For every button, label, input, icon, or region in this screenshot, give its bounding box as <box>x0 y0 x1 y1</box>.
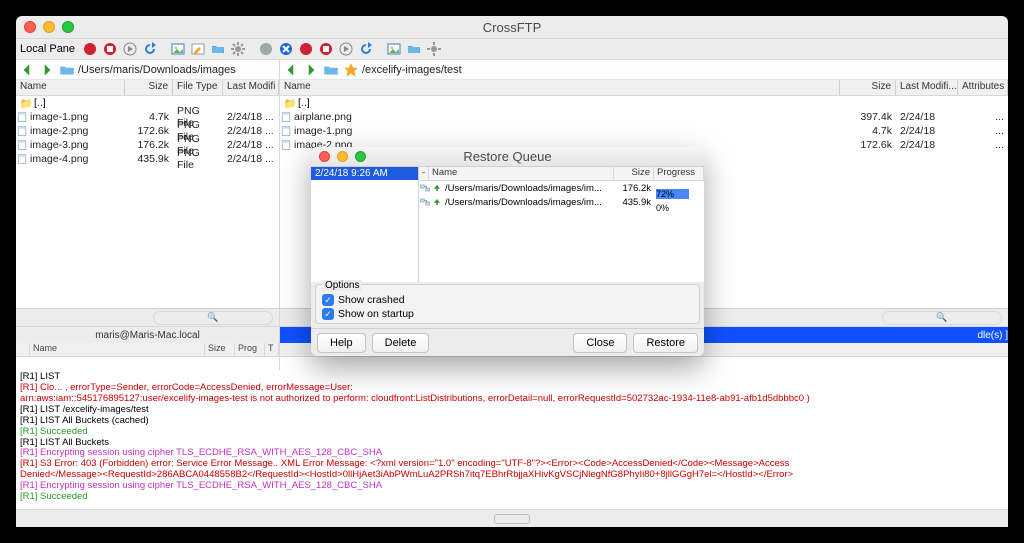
local-pane: /Users/maris/Downloads/images NameSizeFi… <box>16 60 280 308</box>
queue-columns[interactable]: -NameSizeProgress <box>419 167 704 181</box>
file-icon <box>16 111 28 123</box>
forward-icon[interactable] <box>38 61 56 79</box>
stop2-icon[interactable] <box>317 40 335 58</box>
file-row[interactable]: image-2.png172.6kPNG File2/24/18 ... <box>16 124 279 138</box>
file-row[interactable]: airplane.png397.4k2/24/18... <box>280 110 1008 124</box>
folder2-icon[interactable] <box>405 40 423 58</box>
forward2-icon[interactable] <box>302 61 320 79</box>
log-line: [R1] Succeeded <box>20 427 1004 438</box>
delete-button[interactable]: Delete <box>372 333 430 353</box>
record-icon[interactable] <box>81 40 99 58</box>
window-title: CrossFTP <box>16 20 1008 35</box>
show-startup-checkbox[interactable]: ✓ <box>322 308 334 320</box>
local-pathbar: /Users/maris/Downloads/images <box>16 60 279 80</box>
local-file-list[interactable]: 📁[..] image-1.png4.7kPNG File2/24/18 ...… <box>16 96 279 308</box>
options-title: Options <box>322 280 362 291</box>
log-line: [R1] LIST All Buckets (cached) <box>20 416 1004 427</box>
search-input-2[interactable]: 🔍 <box>882 311 1002 325</box>
file-icon <box>16 153 28 165</box>
queue-rows[interactable]: /Users/maris/Downloads/images/im...176.2… <box>419 181 704 282</box>
file-icon <box>280 125 292 137</box>
host-label: maris@Maris-Mac.local <box>16 327 279 343</box>
session-list[interactable]: 2/24/18 9:26 AM <box>311 167 419 282</box>
remote-pathbar: /excelify-images/test <box>280 60 1008 80</box>
queue-row[interactable]: /Users/maris/Downloads/images/im...176.2… <box>419 181 704 195</box>
gear-icon[interactable] <box>229 40 247 58</box>
stop-icon[interactable] <box>101 40 119 58</box>
show-startup-label: Show on startup <box>338 308 414 320</box>
log-line: arn:aws:iam::545176895127:user/excelify-… <box>20 394 1004 405</box>
dialog-title: Restore Queue <box>311 149 704 164</box>
play-icon[interactable] <box>121 40 139 58</box>
back-icon[interactable] <box>18 61 36 79</box>
record3-icon[interactable] <box>297 40 315 58</box>
log-line: [R1] Succeeded <box>20 492 1004 503</box>
bottom-bar <box>16 509 1008 527</box>
cancel-icon[interactable] <box>277 40 295 58</box>
folder2b-icon[interactable] <box>322 61 340 79</box>
upload-icon <box>431 196 443 208</box>
log-line: [R1] LIST /excelify-images/test <box>20 405 1004 416</box>
close-button[interactable]: Close <box>573 333 627 353</box>
image-icon[interactable] <box>169 40 187 58</box>
mini-columns[interactable]: NameSizeProgT <box>16 343 279 357</box>
restore-button[interactable]: Restore <box>633 333 698 353</box>
updir-row[interactable]: 📁[..] <box>16 96 279 110</box>
options-group: Options ✓Show crashed ✓Show on startup <box>315 284 700 324</box>
file-row[interactable]: image-1.png4.7k2/24/18... <box>280 124 1008 138</box>
star-icon[interactable] <box>342 61 360 79</box>
remote-columns[interactable]: NameSizeLast Modifi...Attributes <box>280 80 1008 96</box>
gear2-icon[interactable] <box>425 40 443 58</box>
log-line: [R1] Encrypting session using cipher TLS… <box>20 481 1004 492</box>
edit-icon[interactable] <box>189 40 207 58</box>
toolbar-label: Local Pane <box>18 43 79 55</box>
local-columns[interactable]: NameSizeFile TypeLast Modifi <box>16 80 279 96</box>
grip-icon[interactable] <box>494 514 530 524</box>
folder-icon[interactable] <box>58 61 76 79</box>
back2-icon[interactable] <box>282 61 300 79</box>
session-item[interactable]: 2/24/18 9:26 AM <box>311 167 418 180</box>
file-icon <box>280 111 292 123</box>
refresh2-icon[interactable] <box>357 40 375 58</box>
refresh-icon[interactable] <box>141 40 159 58</box>
file-row[interactable]: image-3.png176.2kPNG File2/24/18 ... <box>16 138 279 152</box>
file-row[interactable]: image-4.png435.9kPNG File2/24/18 ... <box>16 152 279 166</box>
show-crashed-checkbox[interactable]: ✓ <box>322 294 334 306</box>
play2-icon[interactable] <box>337 40 355 58</box>
show-crashed-label: Show crashed <box>338 294 405 306</box>
file-icon <box>280 139 292 151</box>
help-button[interactable]: Help <box>317 333 366 353</box>
image2-icon[interactable] <box>385 40 403 58</box>
updir-row[interactable]: 📁[..] <box>280 96 1008 110</box>
file-row[interactable]: image-1.png4.7kPNG File2/24/18 ... <box>16 110 279 124</box>
search-icon: 🔍 <box>936 312 947 323</box>
titlebar: CrossFTP <box>16 16 1008 38</box>
file-icon <box>16 139 28 151</box>
folder-up-icon: 📁 <box>20 97 32 110</box>
folder-up-icon: 📁 <box>284 97 296 110</box>
file-icon <box>16 125 28 137</box>
log-output[interactable]: [R1] LIST[R1] Clo... , errorType=Sender,… <box>16 370 1008 509</box>
search-icon: 🔍 <box>207 312 218 323</box>
restore-queue-dialog: Restore Queue 2/24/18 9:26 AM -NameSizeP… <box>311 147 704 356</box>
upload-icon <box>431 182 443 194</box>
record2-icon[interactable] <box>257 40 275 58</box>
folder-open-icon[interactable] <box>209 40 227 58</box>
local-path[interactable]: /Users/maris/Downloads/images <box>78 64 236 76</box>
lower-left-pane: 🔍 maris@Maris-Mac.local NameSizeProgT <box>16 309 280 370</box>
main-toolbar: Local Pane <box>16 38 1008 60</box>
remote-path[interactable]: /excelify-images/test <box>362 64 462 76</box>
search-input[interactable]: 🔍 <box>153 311 273 325</box>
